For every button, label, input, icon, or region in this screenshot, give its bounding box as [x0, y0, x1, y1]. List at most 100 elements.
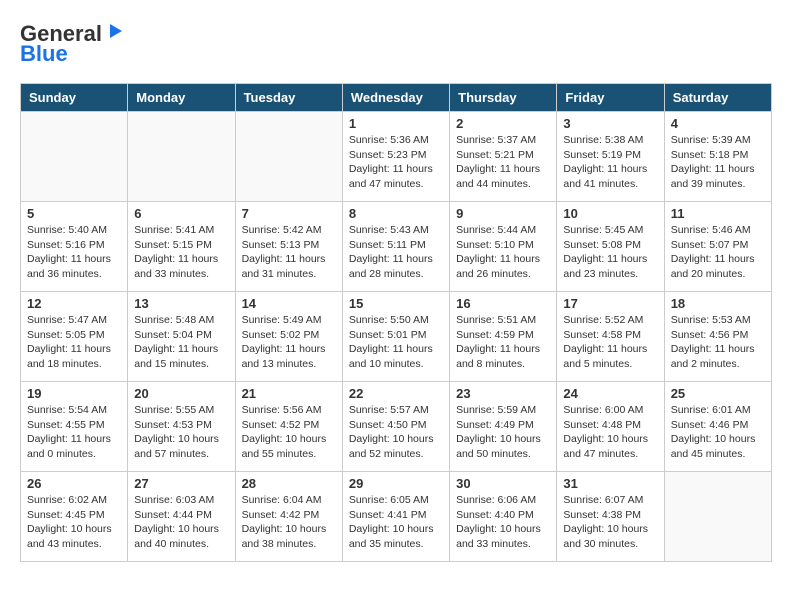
calendar-cell: 2 Sunrise: 5:37 AM Sunset: 5:21 PM Daylig… — [450, 112, 557, 202]
calendar-cell: 11 Sunrise: 5:46 AM Sunset: 5:07 PM Dayli… — [664, 202, 771, 292]
day-number: 3 — [563, 116, 657, 131]
day-number: 19 — [27, 386, 121, 401]
calendar-cell: 29 Sunrise: 6:05 AM Sunset: 4:41 PM Dayli… — [342, 472, 449, 562]
day-number: 10 — [563, 206, 657, 221]
day-number: 11 — [671, 206, 765, 221]
calendar-cell: 26 Sunrise: 6:02 AM Sunset: 4:45 PM Dayli… — [21, 472, 128, 562]
day-info: Sunrise: 5:59 AM Sunset: 4:49 PM Dayligh… — [456, 403, 550, 462]
calendar-week-1: 1 Sunrise: 5:36 AM Sunset: 5:23 PM Daylig… — [21, 112, 772, 202]
day-number: 31 — [563, 476, 657, 491]
calendar-cell: 7 Sunrise: 5:42 AM Sunset: 5:13 PM Daylig… — [235, 202, 342, 292]
day-info: Sunrise: 5:43 AM Sunset: 5:11 PM Dayligh… — [349, 223, 443, 282]
day-info: Sunrise: 6:07 AM Sunset: 4:38 PM Dayligh… — [563, 493, 657, 552]
day-number: 4 — [671, 116, 765, 131]
day-info: Sunrise: 5:57 AM Sunset: 4:50 PM Dayligh… — [349, 403, 443, 462]
day-info: Sunrise: 5:46 AM Sunset: 5:07 PM Dayligh… — [671, 223, 765, 282]
day-info: Sunrise: 6:01 AM Sunset: 4:46 PM Dayligh… — [671, 403, 765, 462]
day-info: Sunrise: 5:49 AM Sunset: 5:02 PM Dayligh… — [242, 313, 336, 372]
day-number: 20 — [134, 386, 228, 401]
calendar-cell: 30 Sunrise: 6:06 AM Sunset: 4:40 PM Dayli… — [450, 472, 557, 562]
calendar-cell: 6 Sunrise: 5:41 AM Sunset: 5:15 PM Daylig… — [128, 202, 235, 292]
calendar-cell: 28Sunrise: 6:04 AM Sunset: 4:42 PM Dayli… — [235, 472, 342, 562]
day-info: Sunrise: 5:47 AM Sunset: 5:05 PM Dayligh… — [27, 313, 121, 372]
day-info: Sunrise: 5:37 AM Sunset: 5:21 PM Dayligh… — [456, 133, 550, 192]
day-number: 2 — [456, 116, 550, 131]
day-info: Sunrise: 5:36 AM Sunset: 5:23 PM Dayligh… — [349, 133, 443, 192]
day-info: Sunrise: 5:51 AM Sunset: 4:59 PM Dayligh… — [456, 313, 550, 372]
day-info: Sunrise: 5:41 AM Sunset: 5:15 PM Dayligh… — [134, 223, 228, 282]
day-info: Sunrise: 5:44 AM Sunset: 5:10 PM Dayligh… — [456, 223, 550, 282]
day-number: 9 — [456, 206, 550, 221]
day-number: 7 — [242, 206, 336, 221]
weekday-header-saturday: Saturday — [664, 84, 771, 112]
calendar-week-4: 19Sunrise: 5:54 AM Sunset: 4:55 PM Dayli… — [21, 382, 772, 472]
calendar-cell — [235, 112, 342, 202]
day-number: 24 — [563, 386, 657, 401]
calendar-cell: 31 Sunrise: 6:07 AM Sunset: 4:38 PM Dayli… — [557, 472, 664, 562]
calendar-cell: 21 Sunrise: 5:56 AM Sunset: 4:52 PM Dayli… — [235, 382, 342, 472]
calendar-week-2: 5 Sunrise: 5:40 AM Sunset: 5:16 PM Daylig… — [21, 202, 772, 292]
weekday-header-tuesday: Tuesday — [235, 84, 342, 112]
calendar-cell: 18 Sunrise: 5:53 AM Sunset: 4:56 PM Dayli… — [664, 292, 771, 382]
weekday-header-wednesday: Wednesday — [342, 84, 449, 112]
calendar-table: SundayMondayTuesdayWednesdayThursdayFrid… — [20, 83, 772, 562]
day-number: 6 — [134, 206, 228, 221]
day-number: 13 — [134, 296, 228, 311]
day-number: 14 — [242, 296, 336, 311]
calendar-cell: 4Sunrise: 5:39 AM Sunset: 5:18 PM Daylig… — [664, 112, 771, 202]
calendar-cell: 17 Sunrise: 5:52 AM Sunset: 4:58 PM Dayli… — [557, 292, 664, 382]
day-info: Sunrise: 5:53 AM Sunset: 4:56 PM Dayligh… — [671, 313, 765, 372]
day-number: 15 — [349, 296, 443, 311]
day-number: 29 — [349, 476, 443, 491]
calendar-cell: 10 Sunrise: 5:45 AM Sunset: 5:08 PM Dayli… — [557, 202, 664, 292]
calendar-cell: 22Sunrise: 5:57 AM Sunset: 4:50 PM Dayli… — [342, 382, 449, 472]
day-info: Sunrise: 5:42 AM Sunset: 5:13 PM Dayligh… — [242, 223, 336, 282]
day-info: Sunrise: 6:06 AM Sunset: 4:40 PM Dayligh… — [456, 493, 550, 552]
day-info: Sunrise: 5:50 AM Sunset: 5:01 PM Dayligh… — [349, 313, 443, 372]
calendar-cell — [21, 112, 128, 202]
day-info: Sunrise: 6:05 AM Sunset: 4:41 PM Dayligh… — [349, 493, 443, 552]
day-info: Sunrise: 5:55 AM Sunset: 4:53 PM Dayligh… — [134, 403, 228, 462]
day-number: 23 — [456, 386, 550, 401]
calendar-cell: 12 Sunrise: 5:47 AM Sunset: 5:05 PM Dayli… — [21, 292, 128, 382]
logo-arrow-icon — [104, 20, 126, 47]
weekday-header-sunday: Sunday — [21, 84, 128, 112]
day-info: Sunrise: 5:56 AM Sunset: 4:52 PM Dayligh… — [242, 403, 336, 462]
day-number: 18 — [671, 296, 765, 311]
calendar-cell — [664, 472, 771, 562]
calendar-week-5: 26 Sunrise: 6:02 AM Sunset: 4:45 PM Dayli… — [21, 472, 772, 562]
day-number: 26 — [27, 476, 121, 491]
day-info: Sunrise: 6:00 AM Sunset: 4:48 PM Dayligh… — [563, 403, 657, 462]
calendar-cell: 27Sunrise: 6:03 AM Sunset: 4:44 PM Dayli… — [128, 472, 235, 562]
day-info: Sunrise: 5:45 AM Sunset: 5:08 PM Dayligh… — [563, 223, 657, 282]
day-number: 17 — [563, 296, 657, 311]
day-number: 5 — [27, 206, 121, 221]
weekday-header-friday: Friday — [557, 84, 664, 112]
calendar-cell: 25Sunrise: 6:01 AM Sunset: 4:46 PM Dayli… — [664, 382, 771, 472]
calendar-cell: 1 Sunrise: 5:36 AM Sunset: 5:23 PM Daylig… — [342, 112, 449, 202]
calendar-cell: 14 Sunrise: 5:49 AM Sunset: 5:02 PM Dayli… — [235, 292, 342, 382]
day-number: 12 — [27, 296, 121, 311]
calendar-cell: 9 Sunrise: 5:44 AM Sunset: 5:10 PM Daylig… — [450, 202, 557, 292]
day-number: 21 — [242, 386, 336, 401]
calendar-cell: 8 Sunrise: 5:43 AM Sunset: 5:11 PM Daylig… — [342, 202, 449, 292]
calendar-week-3: 12 Sunrise: 5:47 AM Sunset: 5:05 PM Dayli… — [21, 292, 772, 382]
day-info: Sunrise: 6:04 AM Sunset: 4:42 PM Dayligh… — [242, 493, 336, 552]
logo: General Blue — [20, 20, 126, 67]
weekday-header-monday: Monday — [128, 84, 235, 112]
weekday-header-thursday: Thursday — [450, 84, 557, 112]
day-info: Sunrise: 6:02 AM Sunset: 4:45 PM Dayligh… — [27, 493, 121, 552]
day-info: Sunrise: 5:52 AM Sunset: 4:58 PM Dayligh… — [563, 313, 657, 372]
calendar-cell: 3Sunrise: 5:38 AM Sunset: 5:19 PM Daylig… — [557, 112, 664, 202]
calendar-cell: 19Sunrise: 5:54 AM Sunset: 4:55 PM Dayli… — [21, 382, 128, 472]
day-number: 27 — [134, 476, 228, 491]
calendar-cell: 20 Sunrise: 5:55 AM Sunset: 4:53 PM Dayli… — [128, 382, 235, 472]
day-number: 8 — [349, 206, 443, 221]
calendar-cell: 15 Sunrise: 5:50 AM Sunset: 5:01 PM Dayli… — [342, 292, 449, 382]
day-number: 30 — [456, 476, 550, 491]
day-info: Sunrise: 5:48 AM Sunset: 5:04 PM Dayligh… — [134, 313, 228, 372]
day-number: 1 — [349, 116, 443, 131]
day-info: Sunrise: 5:40 AM Sunset: 5:16 PM Dayligh… — [27, 223, 121, 282]
day-number: 16 — [456, 296, 550, 311]
calendar-cell: 5 Sunrise: 5:40 AM Sunset: 5:16 PM Daylig… — [21, 202, 128, 292]
